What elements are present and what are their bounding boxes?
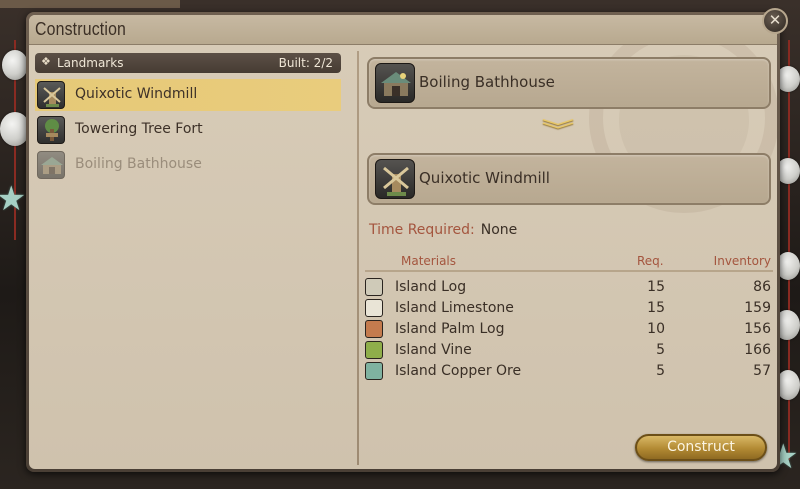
material-required: 5 — [656, 363, 665, 379]
time-required-label: Time Required: — [369, 222, 475, 238]
time-required-value: None — [480, 222, 518, 238]
convert-arrow-icon: ︾ — [541, 119, 575, 144]
required-column-header: Req. — [637, 254, 664, 268]
current-landmark-slot[interactable]: Boiling Bathhouse — [367, 57, 771, 109]
material-name: Island Log — [395, 279, 467, 295]
construct-button[interactable]: Construct — [635, 434, 767, 461]
material-row-island-copper-ore[interactable]: Island Copper Ore 5 57 — [365, 361, 773, 382]
material-name: Island Vine — [395, 342, 472, 358]
material-required: 5 — [656, 342, 665, 358]
material-name: Island Copper Ore — [395, 363, 522, 379]
landmarks-category-label: Landmarks — [57, 56, 124, 70]
bathhouse-icon — [37, 151, 65, 179]
ornament-star-icon: ★ — [0, 179, 27, 219]
window-title: Construction — [35, 19, 127, 39]
landmark-item-quixotic-windmill[interactable]: Quixotic Windmill — [35, 79, 341, 111]
island-palm-log-icon — [365, 320, 383, 338]
material-row-island-limestone[interactable]: Island Limestone 15 159 — [365, 298, 773, 319]
target-landmark-label: Quixotic Windmill — [419, 169, 550, 187]
landmark-list-pane: ❖ Landmarks Built: 2/2 Quixotic Windmill — [35, 53, 353, 463]
material-inventory: 166 — [744, 342, 771, 358]
material-required: 15 — [647, 279, 665, 295]
time-required-row: Time Required: None — [369, 222, 517, 238]
material-required: 10 — [647, 321, 665, 337]
island-log-icon — [365, 278, 383, 296]
materials-table-header: Materials Req. Inventory — [365, 252, 773, 272]
material-inventory: 86 — [753, 279, 771, 295]
ornament-shell-icon — [2, 50, 28, 80]
tree-fort-icon — [37, 116, 65, 144]
landmark-item-label: Boiling Bathhouse — [75, 156, 202, 172]
material-inventory: 156 — [744, 321, 771, 337]
landmark-item-label: Towering Tree Fort — [75, 121, 203, 137]
material-name: Island Palm Log — [395, 321, 505, 337]
diamond-bullet-icon: ❖ — [41, 55, 51, 68]
material-inventory: 57 — [753, 363, 771, 379]
island-copper-ore-icon — [365, 362, 383, 380]
current-landmark-label: Boiling Bathhouse — [419, 73, 555, 91]
close-icon[interactable]: ✕ — [762, 8, 788, 34]
landmarks-category-header[interactable]: ❖ Landmarks Built: 2/2 — [35, 53, 341, 73]
construction-window: Construction ❖ Landmarks Built: 2/2 Quix… — [26, 8, 788, 472]
material-row-island-vine[interactable]: Island Vine 5 166 — [365, 340, 773, 361]
material-row-island-palm-log[interactable]: Island Palm Log 10 156 — [365, 319, 773, 340]
material-name: Island Limestone — [395, 300, 514, 316]
material-required: 15 — [647, 300, 665, 316]
island-limestone-icon — [365, 299, 383, 317]
landmark-item-boiling-bathhouse[interactable]: Boiling Bathhouse — [35, 149, 341, 181]
pane-divider — [357, 51, 359, 465]
material-row-island-log[interactable]: Island Log 15 86 — [365, 277, 773, 298]
windmill-icon — [375, 159, 415, 199]
material-inventory: 159 — [744, 300, 771, 316]
materials-column-header: Materials — [401, 254, 457, 268]
landmark-item-label: Quixotic Windmill — [75, 86, 198, 102]
inventory-column-header: Inventory — [713, 254, 771, 268]
bathhouse-icon — [375, 63, 415, 103]
windmill-icon — [37, 81, 65, 109]
construction-panel: Construction ❖ Landmarks Built: 2/2 Quix… — [29, 15, 777, 469]
built-count: Built: 2/2 — [278, 56, 333, 70]
island-vine-icon — [365, 341, 383, 359]
landmark-item-towering-tree-fort[interactable]: Towering Tree Fort — [35, 114, 341, 146]
target-landmark-slot[interactable]: Quixotic Windmill — [367, 153, 771, 205]
window-title-bar[interactable]: Construction — [29, 15, 777, 45]
hud-strip — [0, 0, 180, 8]
